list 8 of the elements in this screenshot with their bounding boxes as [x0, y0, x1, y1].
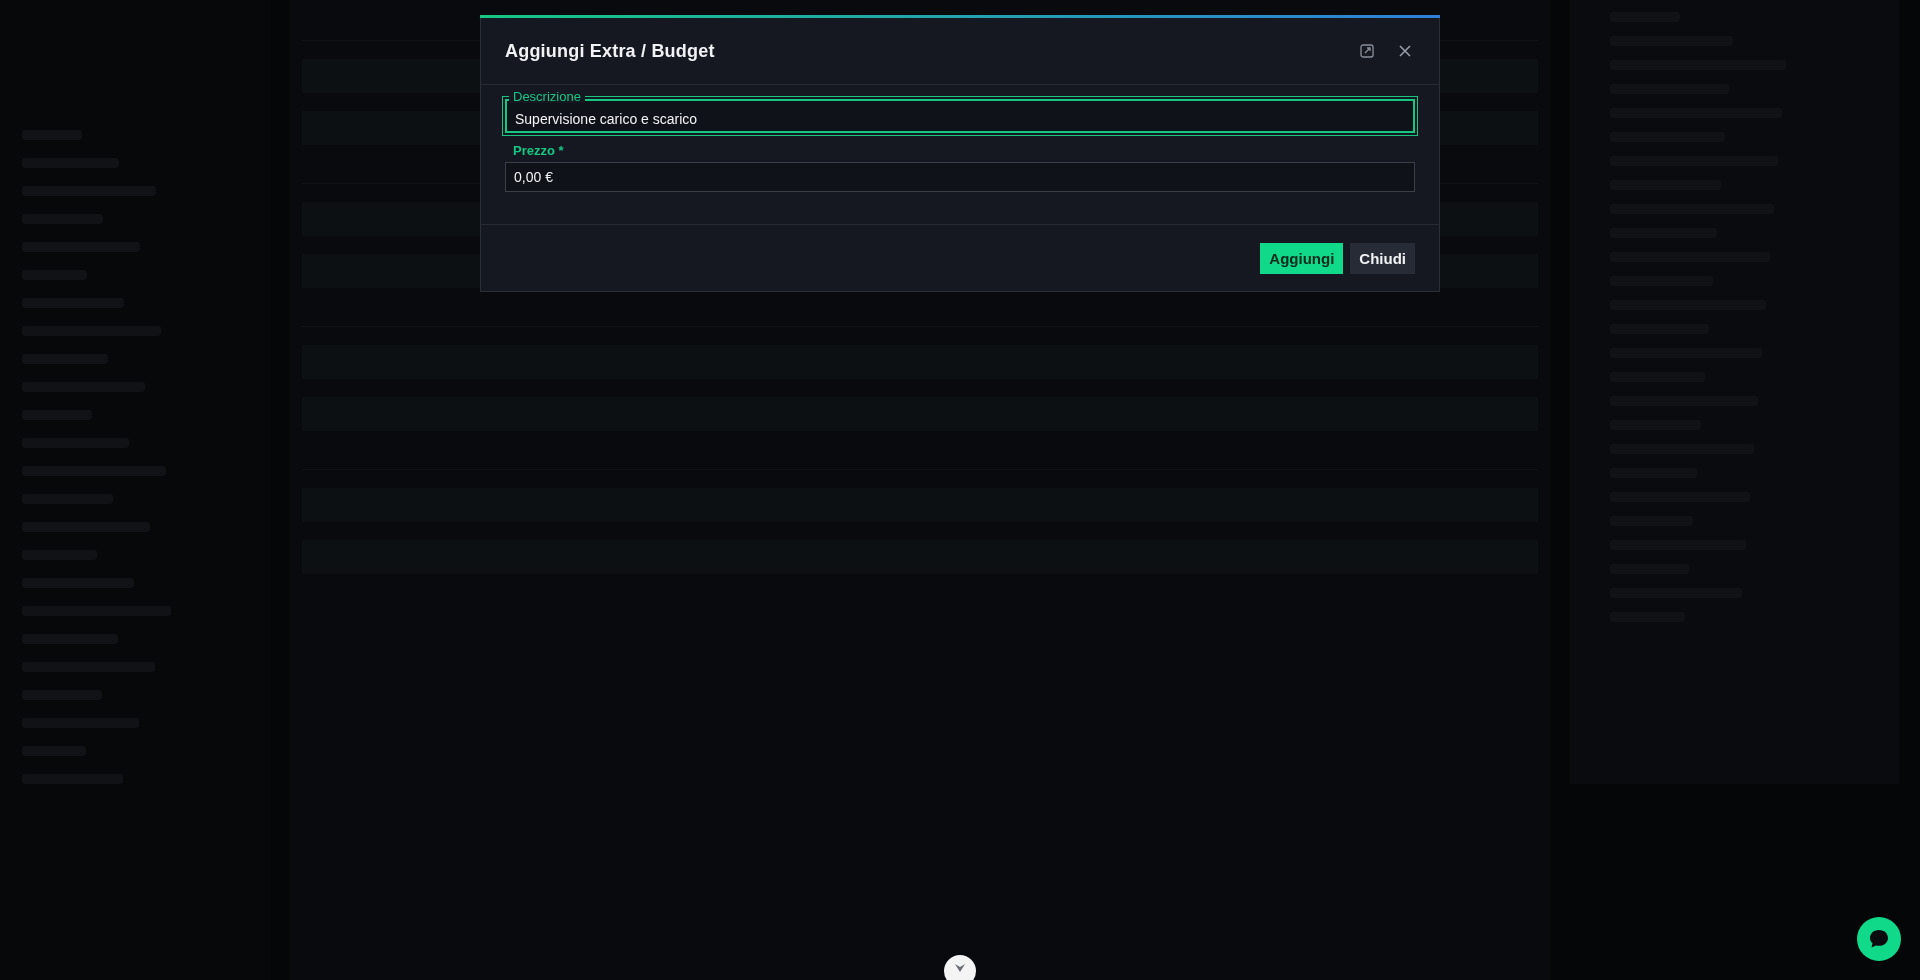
- add-button[interactable]: Aggiungi: [1260, 243, 1344, 274]
- field-label: Descrizione: [509, 90, 585, 103]
- dialog-title: Aggiungi Extra / Budget: [505, 40, 715, 62]
- expand-icon[interactable]: [1357, 41, 1377, 61]
- input-field[interactable]: 0,00 €: [505, 162, 1415, 192]
- close-button[interactable]: Chiudi: [1350, 243, 1415, 274]
- chevron-down-icon: [954, 963, 966, 973]
- field-label: Prezzo *: [512, 143, 565, 158]
